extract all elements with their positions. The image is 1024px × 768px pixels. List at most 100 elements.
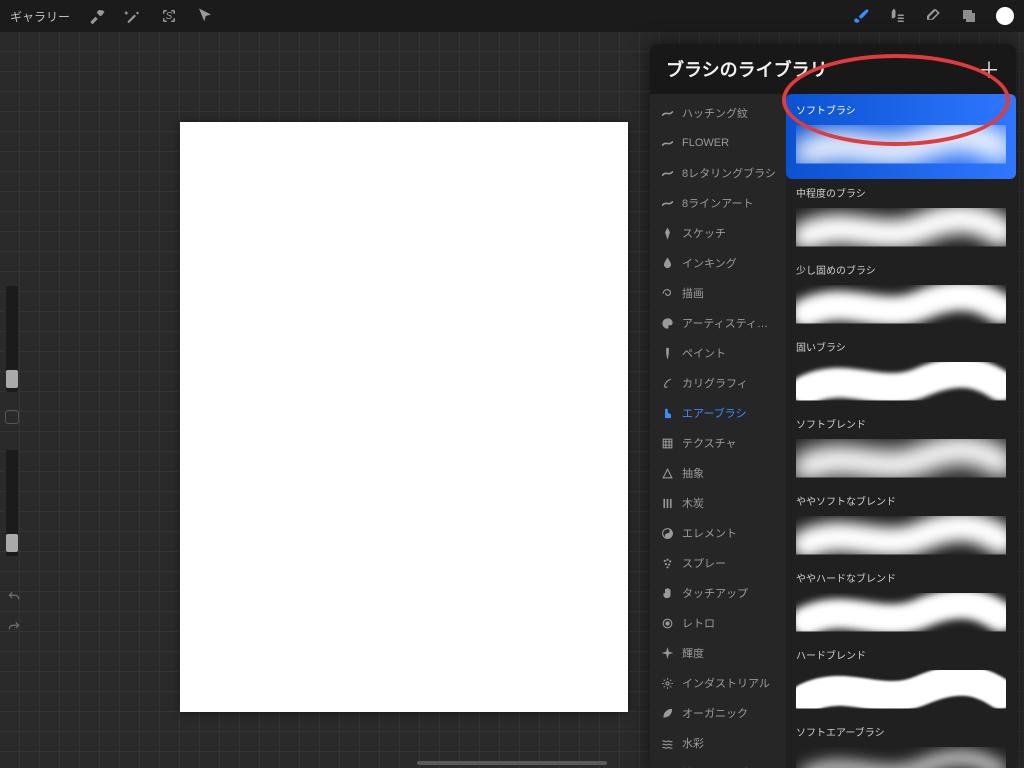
category-label: 描画: [682, 285, 776, 301]
brush-name: ソフトエアーブラシ: [796, 724, 1006, 739]
pencil-icon: [660, 227, 674, 240]
brush-name: 固いブラシ: [796, 339, 1006, 354]
brush-icon: [660, 347, 674, 360]
brush-category-item[interactable]: 描画: [650, 278, 786, 308]
brush-name: ハードブレンド: [796, 647, 1006, 662]
brush-category-item[interactable]: スケッチ: [650, 218, 786, 248]
brush-preview: [796, 664, 1006, 716]
triangle-icon: [660, 467, 674, 480]
brush-category-item[interactable]: レトロ: [650, 608, 786, 638]
category-label: スプレー: [682, 555, 776, 571]
brush-item[interactable]: ソフトブレンド: [786, 410, 1016, 487]
brush-preview: [796, 119, 1006, 171]
brush-item[interactable]: ややハードなブレンド: [786, 564, 1016, 641]
waves-icon: [660, 737, 674, 750]
cursor-icon[interactable]: [196, 7, 214, 25]
brush-category-item[interactable]: エアーブラシ: [650, 398, 786, 428]
selection-icon[interactable]: S: [160, 7, 178, 25]
category-label: エレメント: [682, 525, 776, 541]
category-label: ペイント: [682, 345, 776, 361]
brush-category-item[interactable]: エレメント: [650, 518, 786, 548]
brush-category-item[interactable]: スプレー: [650, 548, 786, 578]
undo-button[interactable]: [7, 590, 21, 604]
brush-category-item[interactable]: カリグラフィ: [650, 368, 786, 398]
brush-item[interactable]: 少し固めのブラシ: [786, 256, 1016, 333]
category-label: エアーブラシ: [682, 405, 776, 421]
brush-category-item[interactable]: テクスチャ: [650, 428, 786, 458]
category-label: カリグラフィ: [682, 375, 776, 391]
brush-item[interactable]: ソフトエアーブラシ: [786, 718, 1016, 768]
spray-icon: [660, 407, 674, 420]
brush-item[interactable]: ソフトブラシ: [786, 94, 1016, 179]
brush-item[interactable]: 中程度のブラシ: [786, 179, 1016, 256]
brush-category-item[interactable]: 抽象: [650, 458, 786, 488]
canvas[interactable]: [180, 122, 628, 712]
home-indicator: [417, 761, 607, 765]
brush-item[interactable]: ハードブレンド: [786, 641, 1016, 718]
brush-category-list[interactable]: ハッチング紋 FLOWER 8レタリングブラシ 8ラインアートスケッチインキング描画ア…: [650, 94, 786, 768]
sparkle-icon: [660, 647, 674, 660]
retro-icon: [660, 617, 674, 630]
bars-icon: [660, 497, 674, 510]
brush-name: ソフトブレンド: [796, 416, 1006, 431]
brush-name: 少し固めのブラシ: [796, 262, 1006, 277]
category-label: アーティスティック: [682, 315, 776, 331]
stroke-icon: [660, 197, 674, 210]
category-label: 8レタリングブラシ: [682, 165, 776, 181]
brush-name: 中程度のブラシ: [796, 185, 1006, 200]
eraser-tool-icon[interactable]: [924, 7, 942, 25]
brush-opacity-slider[interactable]: [6, 450, 18, 556]
brush-category-item[interactable]: タッチアップ: [650, 578, 786, 608]
brush-category-item[interactable]: オーガニック: [650, 698, 786, 728]
brush-category-item[interactable]: 水彩: [650, 728, 786, 758]
category-label: ハッチング紋: [682, 105, 776, 121]
category-label: タッチアップ: [682, 585, 776, 601]
panel-title: ブラシのライブラリ: [666, 56, 828, 82]
top-toolbar: ギャラリー S: [0, 0, 1024, 32]
layers-icon[interactable]: [960, 7, 978, 25]
brush-name: ややソフトなブレンド: [796, 493, 1006, 508]
brush-size-slider[interactable]: [6, 286, 18, 392]
brush-preview: [796, 279, 1006, 331]
brush-category-item[interactable]: 木炭: [650, 488, 786, 518]
brush-preview: [796, 433, 1006, 485]
add-brush-button[interactable]: ＋: [978, 53, 1000, 85]
brush-category-item[interactable]: ハッチング紋: [650, 98, 786, 128]
brush-tool-icon[interactable]: [852, 7, 870, 25]
category-label: 抽象: [682, 465, 776, 481]
brush-list[interactable]: ソフトブラシ 中程度のブラシ: [786, 94, 1016, 768]
gallery-button[interactable]: ギャラリー: [10, 8, 70, 25]
brush-category-item[interactable]: アーティスティック: [650, 308, 786, 338]
slider-thumb[interactable]: [6, 534, 18, 552]
wrench-icon[interactable]: [88, 7, 106, 25]
category-label: 8ラインアート: [682, 195, 776, 211]
color-swatch[interactable]: [996, 7, 1014, 25]
brush-category-item[interactable]: FLOWER: [650, 128, 786, 158]
brush-category-item[interactable]: 輝度: [650, 638, 786, 668]
brush-category-item[interactable]: ペイント: [650, 338, 786, 368]
category-label: 輝度: [682, 645, 776, 661]
category-label: 木炭: [682, 495, 776, 511]
slider-thumb[interactable]: [6, 370, 18, 388]
brush-category-item[interactable]: インダストリアル: [650, 668, 786, 698]
stroke-icon: [660, 167, 674, 180]
brush-category-item[interactable]: インキング: [650, 248, 786, 278]
redo-button[interactable]: [7, 620, 21, 634]
brush-category-item[interactable]: 8ラインアート: [650, 188, 786, 218]
brush-preview: [796, 356, 1006, 408]
brush-preview: [796, 741, 1006, 768]
brush-category-item[interactable]: 読み込んだブラシ: [650, 758, 786, 768]
brush-item[interactable]: 固いブラシ: [786, 333, 1016, 410]
brush-name: ややハードなブレンド: [796, 570, 1006, 585]
wand-icon[interactable]: [124, 7, 142, 25]
category-label: オーガニック: [682, 705, 776, 721]
stroke-icon: [660, 107, 674, 120]
brush-item[interactable]: ややソフトなブレンド: [786, 487, 1016, 564]
hand-icon: [660, 587, 674, 600]
calli-icon: [660, 377, 674, 390]
modifier-button[interactable]: [5, 410, 19, 424]
smudge-tool-icon[interactable]: [888, 7, 906, 25]
brush-category-item[interactable]: 8レタリングブラシ: [650, 158, 786, 188]
category-label: テクスチャ: [682, 435, 776, 451]
category-label: FLOWER: [682, 137, 776, 149]
